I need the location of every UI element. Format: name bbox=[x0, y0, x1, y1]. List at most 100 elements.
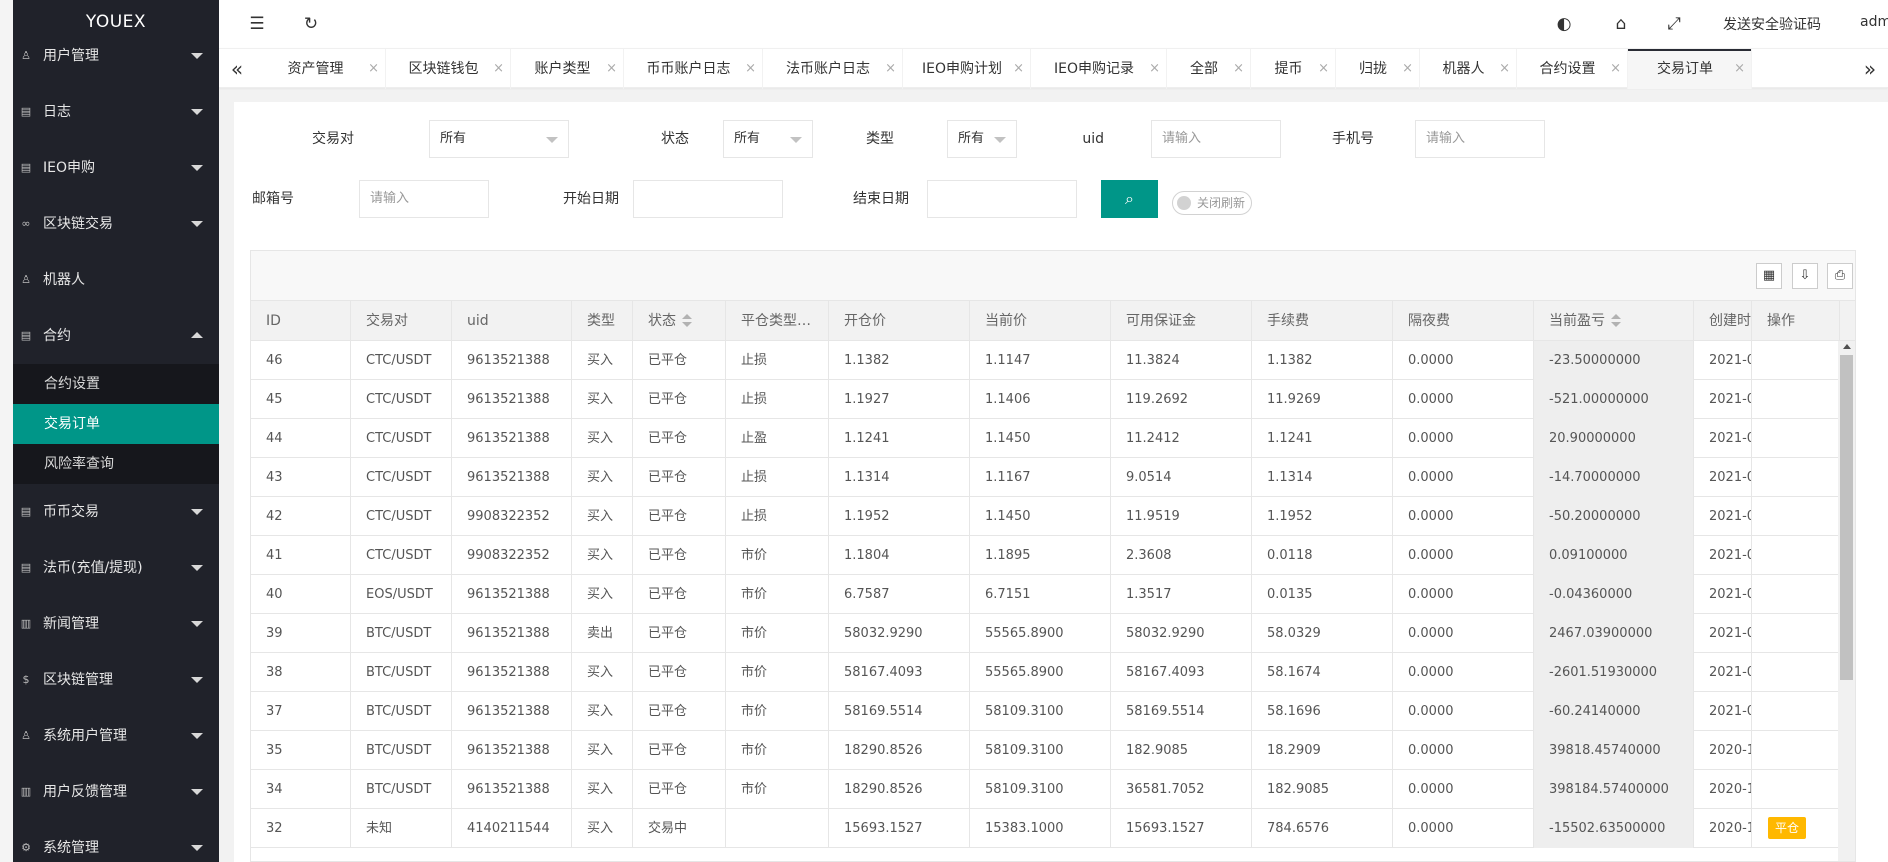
email-label: 邮箱号 bbox=[252, 191, 294, 207]
table-scrollbar[interactable] bbox=[1838, 341, 1855, 861]
column-header[interactable]: 状态 bbox=[633, 301, 726, 341]
sidebar-subitem[interactable]: 风险率查询 bbox=[13, 444, 219, 484]
tabs-prev-icon[interactable]: « bbox=[219, 49, 255, 89]
sidebar-subitem[interactable]: 合约设置 bbox=[13, 364, 219, 404]
close-icon[interactable]: × bbox=[368, 49, 379, 89]
theme-icon[interactable]: ◐ bbox=[1552, 12, 1576, 36]
chevron-down-icon bbox=[191, 621, 203, 627]
tab-item[interactable]: 区块链钱包 × bbox=[386, 49, 511, 89]
sidebar-item[interactable]: ♙ 系统用户管理 bbox=[13, 708, 219, 764]
sidebar-item[interactable]: ▥ 用户反馈管理 bbox=[13, 764, 219, 820]
tab-item[interactable]: 提币 × bbox=[1251, 49, 1336, 89]
table-cell: -14.70000000 bbox=[1534, 458, 1694, 497]
tab-item[interactable]: 交易订单 × bbox=[1628, 49, 1752, 89]
table-cell: 已平仓 bbox=[633, 497, 726, 536]
table-cell: 市价 bbox=[726, 692, 829, 731]
table-cell: 1.1450 bbox=[970, 419, 1111, 458]
close-icon[interactable]: × bbox=[885, 49, 896, 89]
sidebar-item[interactable]: ♙ 用户管理 bbox=[13, 28, 219, 84]
close-icon[interactable]: × bbox=[1499, 49, 1510, 89]
sidebar-subitem[interactable]: 交易订单 bbox=[13, 404, 219, 444]
tab-item[interactable]: 机器人 × bbox=[1420, 49, 1517, 89]
tab-item[interactable]: 币币账户日志 × bbox=[624, 49, 763, 89]
table-cell: 已平仓 bbox=[633, 770, 726, 809]
tab-item[interactable]: 合约设置 × bbox=[1517, 49, 1628, 89]
sidebar-item[interactable]: ⚙ 系统管理 bbox=[13, 820, 219, 862]
sidebar-item[interactable]: ▥ 新闻管理 bbox=[13, 596, 219, 652]
switch-label: 关闭刷新 bbox=[1197, 196, 1246, 210]
tab-label: 交易订单 bbox=[1657, 61, 1713, 77]
pair-select[interactable]: 所有 bbox=[429, 120, 569, 158]
end-date-label: 结束日期 bbox=[853, 191, 909, 207]
table-cell: 买入 bbox=[572, 809, 633, 848]
auto-refresh-switch[interactable]: 关闭刷新 bbox=[1172, 191, 1252, 215]
table-cell: -60.24140000 bbox=[1534, 692, 1694, 731]
tabs-next-icon[interactable]: » bbox=[1852, 49, 1888, 89]
close-icon[interactable]: × bbox=[1318, 49, 1329, 89]
refresh-icon[interactable]: ↻ bbox=[299, 12, 323, 36]
user-menu[interactable]: admin bbox=[1860, 14, 1888, 30]
tab-item[interactable]: 全部 × bbox=[1167, 49, 1251, 89]
scroll-up-icon[interactable] bbox=[1843, 344, 1851, 349]
status-select[interactable]: 所有 bbox=[723, 120, 813, 158]
search-button[interactable]: ⌕ bbox=[1101, 180, 1158, 218]
close-icon[interactable]: × bbox=[1013, 49, 1024, 89]
sort-icon[interactable] bbox=[682, 314, 692, 328]
sidebar-item[interactable]: ▤ 合约 bbox=[13, 308, 219, 364]
table-cell: 已平仓 bbox=[633, 692, 726, 731]
send-security-code-link[interactable]: 发送安全验证码 bbox=[1723, 14, 1821, 34]
menu-toggle-icon[interactable]: ☰ bbox=[245, 12, 269, 36]
email-input[interactable]: 请输入 bbox=[359, 180, 489, 218]
sidebar-item[interactable]: $ 区块链管理 bbox=[13, 652, 219, 708]
tab-item[interactable]: 资产管理 × bbox=[255, 49, 386, 89]
close-icon[interactable]: × bbox=[493, 49, 504, 89]
sort-icon[interactable] bbox=[1611, 314, 1621, 328]
sidebar-item[interactable]: ▤ 法币(充值/提现) bbox=[13, 540, 219, 596]
tab-item[interactable]: 账户类型 × bbox=[511, 49, 624, 89]
sidebar-item[interactable]: ♙ 机器人 bbox=[13, 252, 219, 308]
table-cell: 9613521388 bbox=[452, 575, 572, 614]
column-header-label: 平仓类型… bbox=[741, 313, 811, 329]
sidebar-item[interactable]: ▤ 日志 bbox=[13, 84, 219, 140]
close-icon[interactable]: × bbox=[1610, 49, 1621, 89]
uid-input[interactable]: 请输入 bbox=[1151, 120, 1281, 158]
fullscreen-icon[interactable]: ⤢ bbox=[1662, 12, 1686, 36]
tab-item[interactable]: IEO申购记录 × bbox=[1031, 49, 1167, 89]
print-icon[interactable]: ⎙ bbox=[1827, 263, 1853, 289]
phone-input[interactable]: 请输入 bbox=[1415, 120, 1545, 158]
table-cell: 0.0000 bbox=[1393, 653, 1534, 692]
table-cell: 11.9519 bbox=[1111, 497, 1252, 536]
columns-filter-icon[interactable]: ▦ bbox=[1756, 263, 1782, 289]
tag-icon[interactable]: ⌂ bbox=[1609, 12, 1633, 36]
type-select[interactable]: 所有 bbox=[947, 120, 1017, 158]
start-date-input[interactable] bbox=[633, 180, 783, 218]
table-cell: 卖出 bbox=[572, 614, 633, 653]
table-cell: 已平仓 bbox=[633, 575, 726, 614]
table-cell: 39 bbox=[251, 614, 351, 653]
sidebar-item[interactable]: ▤ 币币交易 bbox=[13, 484, 219, 540]
scrollbar-thumb[interactable] bbox=[1840, 355, 1853, 680]
close-icon[interactable]: × bbox=[1402, 49, 1413, 89]
table-cell: 2467.03900000 bbox=[1534, 614, 1694, 653]
tab-item[interactable]: IEO申购计划 × bbox=[903, 49, 1031, 89]
tab-item[interactable]: 法币账户日志 × bbox=[763, 49, 903, 89]
close-icon[interactable]: × bbox=[606, 49, 617, 89]
tab-item[interactable]: 归拢 × bbox=[1336, 49, 1420, 89]
close-icon[interactable]: × bbox=[1734, 49, 1745, 89]
table-cell: 398184.57400000 bbox=[1534, 770, 1694, 809]
table-cell: 已平仓 bbox=[633, 419, 726, 458]
table-cell: 2021-0 bbox=[1694, 536, 1752, 575]
end-date-input[interactable] bbox=[927, 180, 1077, 218]
news-icon: ▥ bbox=[20, 617, 32, 630]
table-cell: 2021-0 bbox=[1694, 341, 1752, 380]
sidebar-item[interactable]: ▤ IEO申购 bbox=[13, 140, 219, 196]
close-icon[interactable]: × bbox=[1233, 49, 1244, 89]
export-icon[interactable]: ⇩ bbox=[1792, 263, 1818, 289]
close-position-button[interactable]: 平仓 bbox=[1768, 817, 1807, 839]
close-icon[interactable]: × bbox=[1149, 49, 1160, 89]
ieo-icon: ▤ bbox=[20, 161, 32, 174]
column-header[interactable]: 当前盈亏 bbox=[1534, 301, 1694, 341]
sidebar-item[interactable]: ∞ 区块链交易 bbox=[13, 196, 219, 252]
close-icon[interactable]: × bbox=[745, 49, 756, 89]
table-cell: 1.3517 bbox=[1111, 575, 1252, 614]
